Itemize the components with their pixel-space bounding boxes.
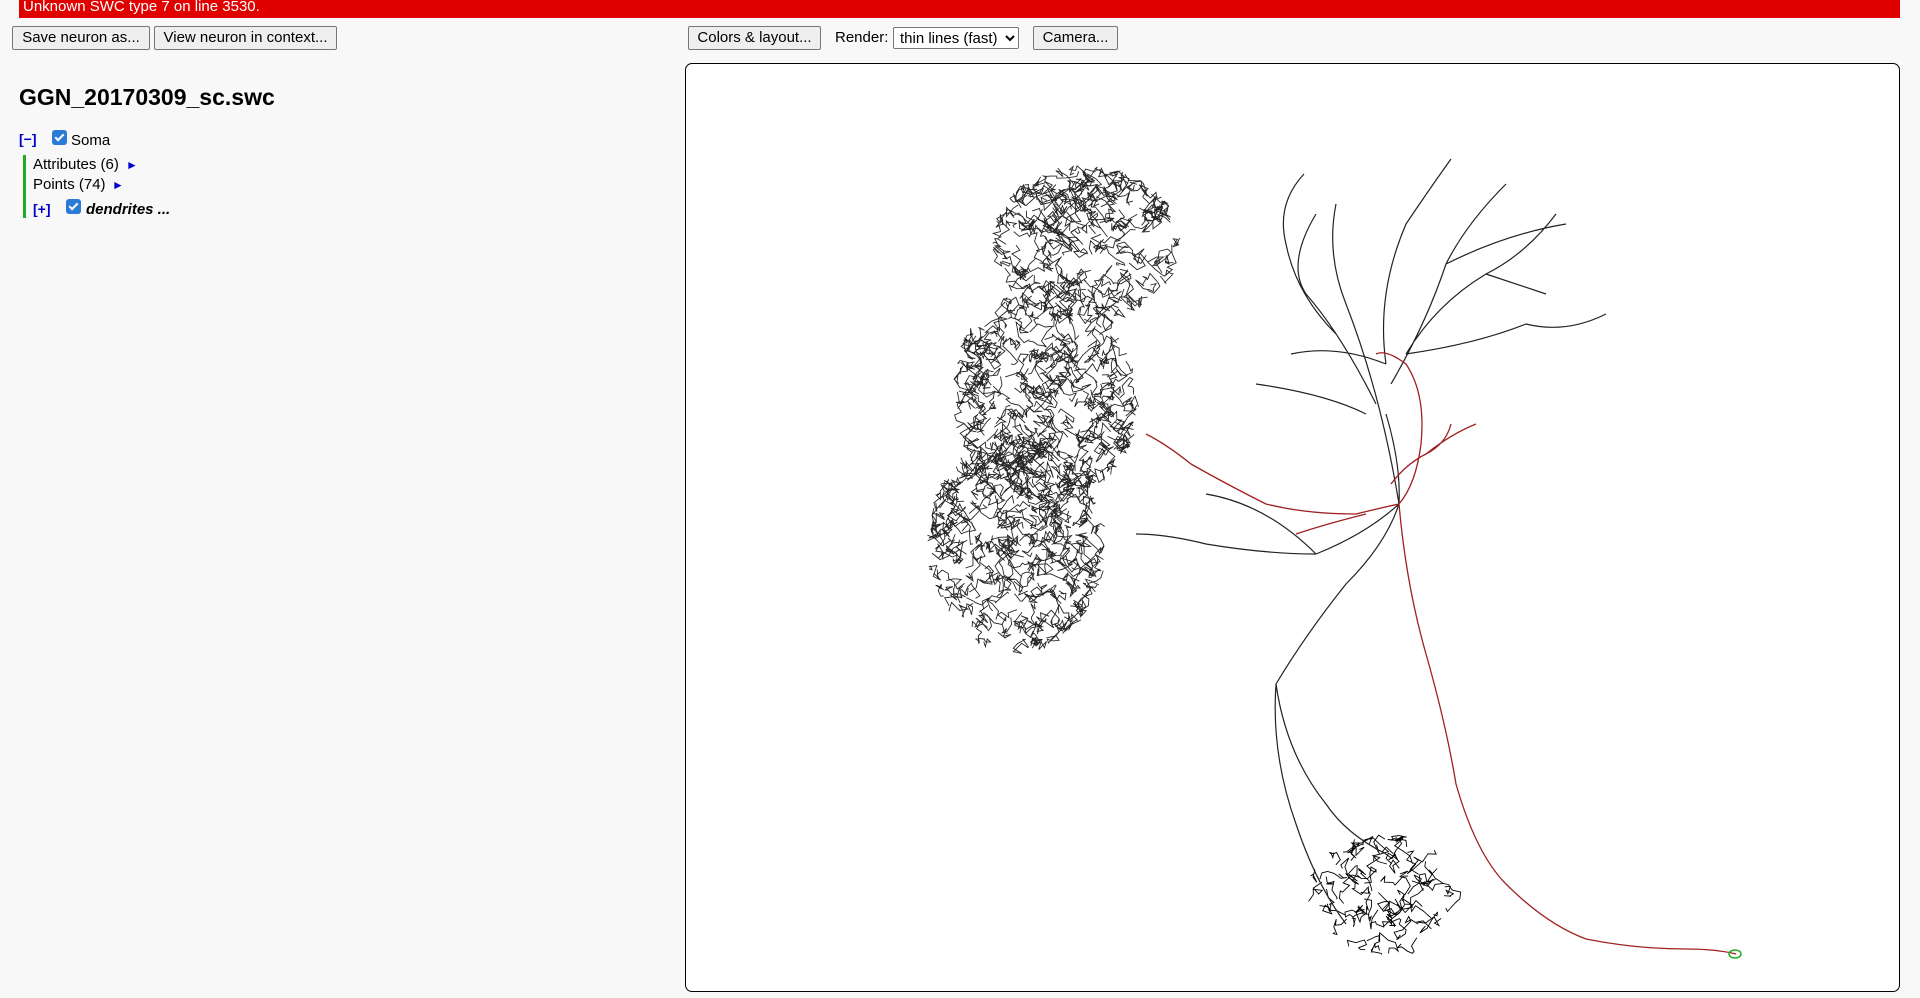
attributes-expand-icon[interactable]: ►: [126, 158, 138, 172]
points-expand-icon[interactable]: ►: [112, 178, 124, 192]
dendrites-expand-toggle[interactable]: [+]: [33, 201, 51, 217]
view-in-context-button[interactable]: View neuron in context...: [154, 26, 337, 50]
dendrites-visibility-checkbox[interactable]: [66, 199, 81, 214]
dendrite-cluster-left: [927, 164, 1181, 654]
colors-layout-button[interactable]: Colors & layout...: [688, 26, 821, 50]
axon-path: [1145, 352, 1737, 955]
neuron-canvas[interactable]: [686, 64, 1899, 991]
soma-collapse-toggle[interactable]: [−]: [19, 131, 37, 147]
error-banner: Unknown SWC type 7 on line 3530.: [19, 0, 1900, 18]
render-select[interactable]: thin lines (fast): [893, 27, 1019, 49]
camera-button[interactable]: Camera...: [1033, 26, 1118, 50]
attributes-item: Attributes (6): [33, 156, 119, 173]
dendrite-branches-upper: [1135, 158, 1607, 925]
render-label: Render:: [835, 29, 889, 46]
neuron-3d-viewer[interactable]: [685, 63, 1900, 992]
tree-branch-line: [23, 155, 26, 218]
points-item: Points (74): [33, 176, 106, 193]
soma-label: Soma: [71, 132, 111, 149]
save-neuron-button[interactable]: Save neuron as...: [12, 26, 150, 50]
file-title: GGN_20170309_sc.swc: [19, 84, 275, 110]
dendrites-label: dendrites ...: [86, 201, 171, 218]
dendrite-tangle: [991, 164, 1181, 325]
soma-visibility-checkbox[interactable]: [52, 130, 67, 145]
